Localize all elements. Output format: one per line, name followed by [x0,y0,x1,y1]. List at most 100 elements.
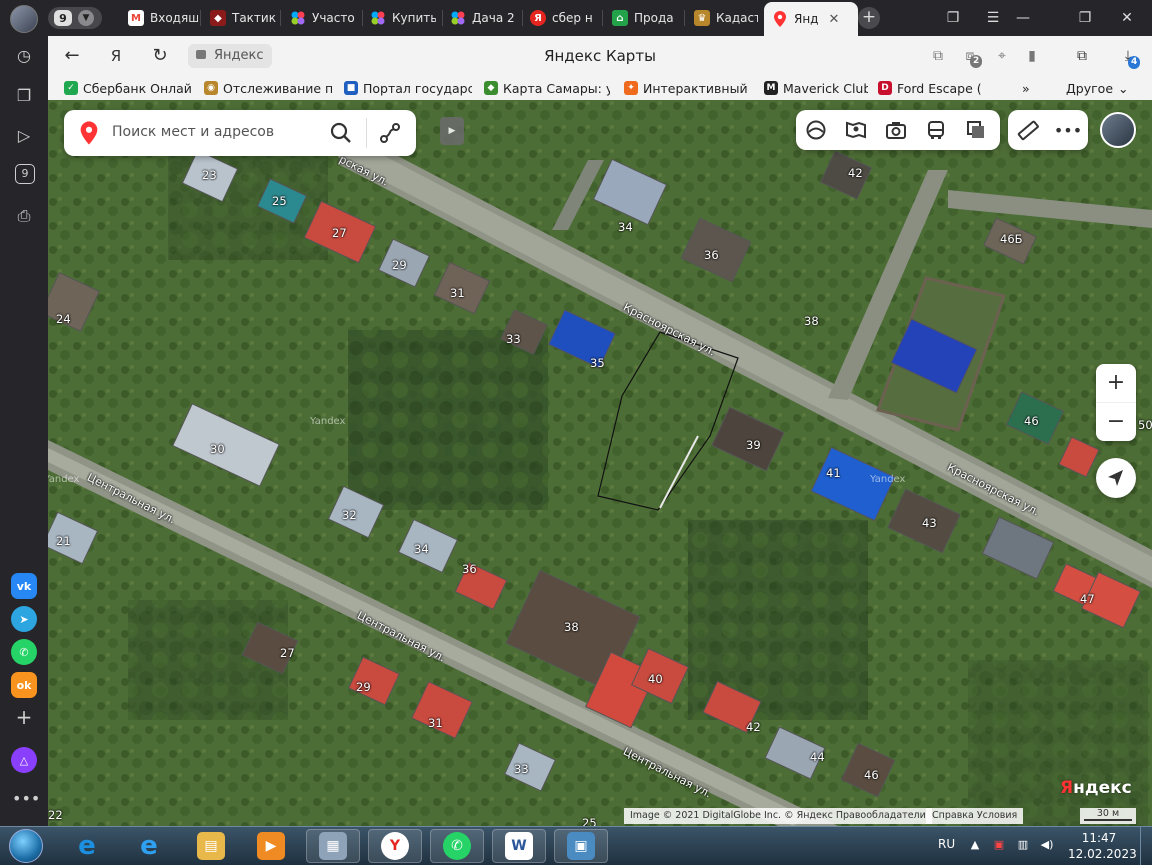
history-icon[interactable]: ◷ [12,44,36,68]
taskbar-calculator[interactable]: ▦ [306,829,360,863]
taskbar-ie[interactable]: e [122,829,176,863]
scale-bar[interactable]: 30 м [1080,808,1136,824]
house-number[interactable]: 27 [280,646,295,660]
house-number[interactable]: 29 [392,258,407,272]
start-button[interactable] [4,827,48,865]
tab-cadastre[interactable]: ♛ Кадаст [694,4,758,32]
house-number[interactable]: 29 [356,680,371,694]
taskbar-yandex-browser[interactable]: Y [368,829,422,863]
extensions-icon[interactable]: ⧈ 2 [960,46,983,68]
bookmark-item[interactable]: ✦ Интерактивный п [624,80,752,96]
house-number[interactable]: 36 [704,248,719,262]
camera-icon[interactable] [884,118,908,142]
wallet-icon[interactable]: ⧉ [1072,46,1092,66]
zoom-in-button[interactable]: + [1096,364,1136,402]
bookmark-item[interactable]: ✓ Сбербанк Онлайн [64,80,192,96]
telegram-icon[interactable]: ➤ [11,606,37,632]
tab-list-icon[interactable]: ❐ [942,8,964,28]
house-number[interactable]: 32 [342,508,357,522]
house-number[interactable]: 42 [848,166,863,180]
menu-icon[interactable]: ☰ [982,8,1004,28]
map-type-icon[interactable] [964,118,988,142]
tray-expand-icon[interactable]: ▲ [968,838,982,852]
other-bookmarks-button[interactable]: Другое ⌄ [1066,80,1132,96]
house-number[interactable]: 40 [648,672,663,686]
tab-yandex-maps-active[interactable]: Янд ✕ [764,2,858,36]
house-number[interactable]: 22 [48,808,63,822]
media-icon[interactable]: ▷ [12,124,36,148]
house-number[interactable]: 21 [56,534,71,548]
house-number[interactable]: 36 [462,562,477,576]
bookmark-item[interactable]: D Ford Escape (1 [878,80,982,96]
tab-yandex-search[interactable]: Я сбер н [530,4,596,32]
taskbar-word[interactable]: W [492,829,546,863]
house-number[interactable]: 47 [1080,592,1095,606]
volume-icon[interactable]: ◀) [1040,838,1054,852]
house-number[interactable]: 27 [332,226,347,240]
bus-icon[interactable] [924,118,948,142]
bookmark-icon[interactable]: ▮ [1022,46,1042,66]
tab-listing-3[interactable]: Дача 2 [450,4,516,32]
more-options-icon[interactable]: ••• [1054,118,1082,142]
bookmark-item[interactable]: ◆ Карта Самары: ули [484,80,610,96]
house-number[interactable]: 31 [428,716,443,730]
taskbar-whatsapp[interactable]: ✆ [430,829,484,863]
download-icon[interactable]: ⤓ 4 [1118,46,1141,69]
tab-domclick[interactable]: ⌂ Прода [612,4,678,32]
house-number[interactable]: 39 [746,438,761,452]
show-desktop-button[interactable] [1140,827,1152,865]
restore-button[interactable]: ❐ [1074,8,1096,28]
bookmarks-more-button[interactable]: » [1022,80,1036,96]
close-window-button[interactable]: ✕ [1116,8,1138,28]
taskbar-ie-pinned[interactable]: e [60,829,114,863]
house-number[interactable]: 33 [514,762,529,776]
taskbar-media[interactable]: ▶ [244,829,298,863]
house-number[interactable]: 25 [582,816,597,826]
tab-gmail[interactable]: M Входящ [128,4,198,32]
play-arrow-icon[interactable]: ▶ [440,117,464,145]
search-input[interactable] [110,123,334,141]
panorama-icon[interactable] [844,118,868,142]
house-number[interactable]: 38 [804,314,819,328]
taskbar-explorer[interactable]: ▤ [184,829,238,863]
language-indicator[interactable]: RU [938,837,955,851]
house-number[interactable]: 34 [618,220,633,234]
house-number[interactable]: 35 [590,356,605,370]
house-number[interactable]: 30 [210,442,225,456]
house-number[interactable]: 34 [414,542,429,556]
house-number[interactable]: 44 [810,750,825,764]
whatsapp-icon[interactable]: ✆ [11,639,37,665]
tab-tactics[interactable]: ◆ Тактик [210,4,276,32]
house-number[interactable]: 33 [506,332,521,346]
house-number[interactable]: 38 [564,620,579,634]
house-number[interactable]: 31 [450,286,465,300]
location-icon[interactable]: ⌖ [992,46,1012,66]
house-number[interactable]: 43 [922,516,937,530]
search-icon[interactable] [330,122,352,147]
screenshot-icon[interactable]: ⎙ [12,204,36,228]
house-number[interactable]: 25 [272,194,287,208]
house-number[interactable]: 41 [826,466,841,480]
new-tab-button[interactable]: + [858,7,880,29]
help-terms-links[interactable]: Справка Условия [926,808,1024,824]
network-error-icon[interactable]: ▣ [992,838,1006,852]
geolocation-button[interactable] [1096,458,1136,498]
bookmark-item[interactable]: ■ Портал государств [344,80,472,96]
map-view[interactable]: Yandex Yandex Yandex рская ул. Красноярс… [48,100,1152,826]
user-avatar[interactable] [1100,112,1136,148]
house-number[interactable]: 50 [1138,418,1152,432]
add-app-icon[interactable]: + [12,705,36,729]
ruler-icon[interactable] [1016,118,1040,142]
bookmark-item[interactable]: M Maverick Club [764,80,868,96]
house-number[interactable]: 46 [864,768,879,782]
house-number[interactable]: 46 [1024,414,1039,428]
vk-icon[interactable]: vk [11,573,37,599]
translate-icon[interactable]: ⧉ [928,46,948,66]
zoom-out-button[interactable]: − [1096,402,1136,441]
bookmark-item[interactable]: ◉ Отслеживание по [204,80,332,96]
page-title[interactable]: Яндекс Карты [48,47,1152,65]
route-icon[interactable] [378,121,402,148]
house-number[interactable]: 23 [202,168,217,182]
collections-icon[interactable]: ❐ [12,84,36,108]
more-icon[interactable]: ••• [12,787,40,811]
